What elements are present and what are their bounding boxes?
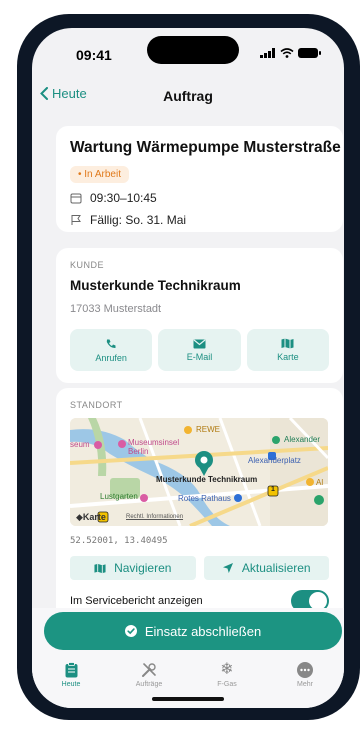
finish-job-label: Einsatz abschließen <box>144 623 262 639</box>
calendar-icon <box>70 193 82 204</box>
tab-heute[interactable]: Heute <box>41 662 101 714</box>
finish-job-button[interactable]: Einsatz abschließen <box>44 612 342 650</box>
customer-section-label: KUNDE <box>70 260 105 270</box>
navigate-label: Navigieren <box>114 561 172 575</box>
email-label: E-Mail <box>186 351 213 362</box>
job-title: Wartung Wärmepumpe Musterstraße 12 <box>70 139 344 156</box>
coordinates: 52.52001, 13.40495 <box>70 536 168 546</box>
apple-maps-logo: ◆Karte <box>76 512 106 522</box>
map-label-alexanderplatz: Alexanderplatz <box>248 456 301 465</box>
service-report-toggle-label: Im Servicebericht anzeigen <box>70 595 203 607</box>
location-arrow-icon <box>222 563 233 573</box>
customer-actions: Anrufen E-Mail Karte <box>70 329 329 371</box>
signal-icon <box>260 48 275 58</box>
customer-card: KUNDE Musterkunde Technikraum 17033 Must… <box>56 248 343 383</box>
map-label: Karte <box>277 352 299 362</box>
map-label-rotes-rathaus: Rotes Rathaus <box>178 494 231 503</box>
update-location-button[interactable]: Aktualisieren <box>203 556 329 580</box>
navigate-button[interactable]: Navigieren <box>70 556 196 580</box>
tab-bar: Heute Aufträge ❄ F-Gas Mehr <box>32 662 344 714</box>
call-label: Anrufen <box>95 352 127 363</box>
map-label-route-number: 1 <box>271 486 275 493</box>
apple-maps-wordmark: Karte <box>82 512 106 522</box>
time-range: 09:30–10:45 <box>90 191 157 205</box>
map-label-lustgarten: Lustgarten <box>100 492 138 501</box>
map-legal-link[interactable]: Rechtl. Informationen <box>126 514 183 520</box>
map-label-al: Al <box>316 478 324 487</box>
map-pin-label: Musterkunde Technikraum <box>156 475 258 484</box>
tools-icon <box>142 663 156 677</box>
phone-icon <box>106 339 116 348</box>
email-button[interactable]: E-Mail <box>158 329 241 371</box>
nav-bar: Heute Auftrag <box>32 86 344 110</box>
check-circle-icon <box>124 625 137 637</box>
map-button[interactable]: Karte <box>246 329 329 371</box>
mail-icon <box>193 339 206 348</box>
due-date: Fällig: So. 31. Mai <box>90 213 187 227</box>
call-button[interactable]: Anrufen <box>70 329 153 371</box>
phone-frame: 09:41 Heute Auftrag Wartung Wärmepumpe M… <box>17 14 360 720</box>
status-badge: • In Arbeit <box>70 166 129 183</box>
map-label-berlin: Berlin <box>128 447 149 456</box>
tab-fgas[interactable]: ❄ F-Gas <box>197 662 257 714</box>
tab-fgas-label: F-Gas <box>217 681 237 688</box>
update-label: Aktualisieren <box>241 561 311 575</box>
status-time: 09:41 <box>76 47 112 63</box>
status-bar: 09:41 <box>32 28 344 72</box>
map-label-museum: seum <box>70 440 90 449</box>
wifi-icon <box>280 48 294 58</box>
snowflake-icon: ❄ <box>220 661 234 678</box>
map-buttons: Navigieren Aktualisieren <box>70 556 329 580</box>
customer-city: 17033 Musterstadt <box>70 303 162 315</box>
map-label-rewe: REWE <box>196 425 220 434</box>
tab-mehr[interactable]: Mehr <box>275 662 335 714</box>
dynamic-island <box>147 36 239 64</box>
map-label-museumsinsel: Museumsinsel <box>128 438 180 447</box>
tab-auftraege-label: Aufträge <box>135 681 163 688</box>
battery-icon <box>298 48 321 58</box>
map-icon <box>94 563 106 573</box>
tab-mehr-label: Mehr <box>297 681 313 688</box>
home-indicator <box>152 697 224 701</box>
more-icon <box>297 662 313 678</box>
tab-heute-label: Heute <box>61 681 81 688</box>
tab-auftraege[interactable]: Aufträge <box>119 662 179 714</box>
location-map[interactable]: REWE seum Museumsinsel Berlin Alexander … <box>70 418 328 526</box>
map-label-alexander: Alexander <box>284 435 321 444</box>
customer-name: Musterkunde Technikraum <box>70 278 241 293</box>
flag-icon <box>71 215 81 225</box>
status-icons <box>260 48 321 58</box>
location-card: STANDORT REWE seum Museumsinsel Berlin A… <box>56 388 343 628</box>
app-screen: 09:41 Heute Auftrag Wartung Wärmepumpe M… <box>32 28 344 708</box>
page-title: Auftrag <box>163 88 213 104</box>
map-icon <box>281 338 294 349</box>
job-card: Wartung Wärmepumpe Musterstraße 12 • In … <box>56 126 344 232</box>
due-row: Fällig: So. 31. Mai <box>70 213 329 227</box>
time-row: 09:30–10:45 <box>70 191 329 205</box>
location-section-label: STANDORT <box>70 400 123 410</box>
clipboard-icon <box>65 662 77 678</box>
